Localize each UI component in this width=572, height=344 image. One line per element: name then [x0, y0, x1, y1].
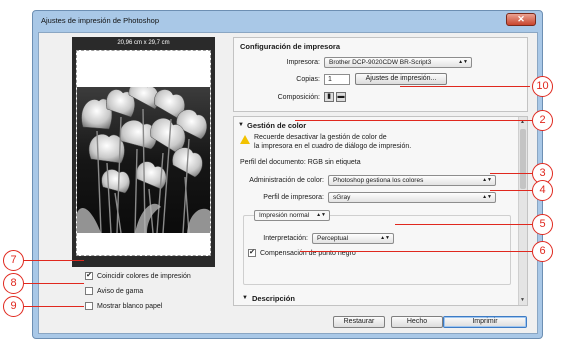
printer-profile-select[interactable]: sGray ▲▼: [328, 192, 496, 203]
callout-4: 4: [532, 180, 553, 201]
callout-line-6: [300, 251, 532, 252]
match-print-colors-checkbox[interactable]: ✔: [85, 272, 93, 280]
preview-dimensions: 20,96 cm x 29,7 cm: [117, 40, 170, 46]
printer-profile-label: Perfil de impresora:: [263, 194, 324, 201]
callout-line-10: [400, 86, 530, 87]
callout-9: 9: [3, 296, 24, 317]
restore-button[interactable]: Restaurar: [333, 316, 385, 328]
printer-value: Brother DCP-9020CDW BR-Script3: [329, 59, 432, 66]
copies-input[interactable]: 1: [324, 74, 350, 85]
printer-setup-panel: Configuración de impresora Impresora: Br…: [233, 37, 528, 112]
gamut-warning-checkbox[interactable]: [85, 287, 93, 295]
preview-photo: [77, 87, 210, 233]
preview-paper: [76, 50, 211, 256]
match-print-colors-option[interactable]: ✔ Coincidir colores de impresión: [85, 272, 191, 280]
description-triangle-icon[interactable]: ▼: [242, 295, 248, 301]
color-handling-value: Photoshop gestiona los colores: [333, 177, 424, 184]
printer-profile-value: sGray: [333, 194, 351, 201]
color-management-title: Gestión de color: [247, 121, 307, 130]
dropdown-arrow-icon: ▲▼: [316, 212, 326, 218]
title-bar[interactable]: Ajustes de impresión de Photoshop ✕: [33, 11, 542, 31]
done-button[interactable]: Hecho: [391, 316, 443, 328]
print-mode-select[interactable]: Impresión normal ▲▼: [254, 210, 330, 221]
callout-8: 8: [3, 273, 24, 294]
callout-5: 5: [532, 214, 553, 235]
callout-10: 10: [532, 76, 553, 97]
printer-select[interactable]: Brother DCP-9020CDW BR-Script3 ▲▼: [324, 57, 472, 68]
show-paper-white-option[interactable]: Mostrar blanco papel: [85, 302, 162, 310]
print-settings-window: Ajustes de impresión de Photoshop ✕ 20,9…: [32, 10, 543, 339]
printer-label: Impresora:: [286, 59, 320, 66]
color-management-panel: ▼ Gestión de color Recuerde desactivar l…: [233, 116, 528, 306]
match-print-colors-label: Coincidir colores de impresión: [97, 272, 191, 280]
gamut-warning-label: Aviso de gama: [97, 287, 144, 295]
color-handling-select[interactable]: Photoshop gestiona los colores ▲▼: [328, 175, 496, 186]
print-preview: 20,96 cm x 29,7 cm: [72, 37, 215, 267]
copies-label: Copias:: [296, 76, 320, 83]
landscape-orientation-icon[interactable]: ▬: [336, 92, 346, 102]
description-title: Descripción: [252, 294, 295, 303]
black-point-compensation-checkbox[interactable]: ✔: [248, 249, 256, 257]
callout-7: 7: [3, 250, 24, 271]
callout-2: 2: [532, 110, 553, 131]
window-title: Ajustes de impresión de Photoshop: [41, 16, 159, 25]
intent-select[interactable]: Perceptual ▲▼: [312, 233, 394, 244]
layout-label: Composición:: [277, 94, 320, 101]
panel-scrollbar[interactable]: ▲ ▼: [518, 117, 527, 305]
scroll-down-icon[interactable]: ▼: [520, 297, 525, 303]
gamut-warning-option[interactable]: Aviso de gama: [85, 287, 143, 295]
print-mode-value: Impresión normal: [259, 212, 310, 219]
show-paper-white-checkbox[interactable]: [85, 302, 93, 310]
callout-line-7: [24, 260, 84, 261]
warning-line-2: la impresora en el cuadro de diálogo de …: [254, 143, 412, 150]
callout-line-8: [24, 283, 84, 284]
print-button[interactable]: Imprimir: [443, 316, 527, 328]
callout-6: 6: [532, 241, 553, 262]
print-settings-button[interactable]: Ajustes de impresión...: [355, 73, 447, 85]
dialog-client-area: 20,96 cm x 29,7 cm ✔ Coincidir colores d…: [38, 32, 538, 334]
callout-line-9: [24, 306, 84, 307]
dropdown-arrow-icon: ▲▼: [482, 194, 492, 200]
collapse-triangle-icon[interactable]: ▼: [238, 122, 244, 128]
scroll-thumb[interactable]: [520, 129, 526, 189]
color-handling-label: Administración de color:: [249, 177, 324, 184]
document-profile: Perfil del documento: RGB sin etiqueta: [240, 159, 361, 166]
callout-line-4: [490, 190, 532, 191]
portrait-orientation-icon[interactable]: ▮: [324, 92, 334, 102]
callout-line-5: [395, 224, 532, 225]
printer-setup-title: Configuración de impresora: [240, 42, 341, 51]
close-button[interactable]: ✕: [506, 13, 536, 26]
dropdown-arrow-icon: ▲▼: [380, 235, 390, 241]
intent-value: Perceptual: [317, 235, 349, 242]
dropdown-arrow-icon: ▲▼: [458, 59, 468, 65]
callout-line-2: [295, 120, 532, 121]
intent-label: Interpretación:: [263, 235, 308, 242]
warning-line-1: Recuerde desactivar la gestión de color …: [254, 134, 387, 141]
show-paper-white-label: Mostrar blanco papel: [97, 302, 163, 310]
warning-icon: [240, 135, 250, 144]
dropdown-arrow-icon: ▲▼: [482, 177, 492, 183]
callout-line-3: [490, 173, 532, 174]
